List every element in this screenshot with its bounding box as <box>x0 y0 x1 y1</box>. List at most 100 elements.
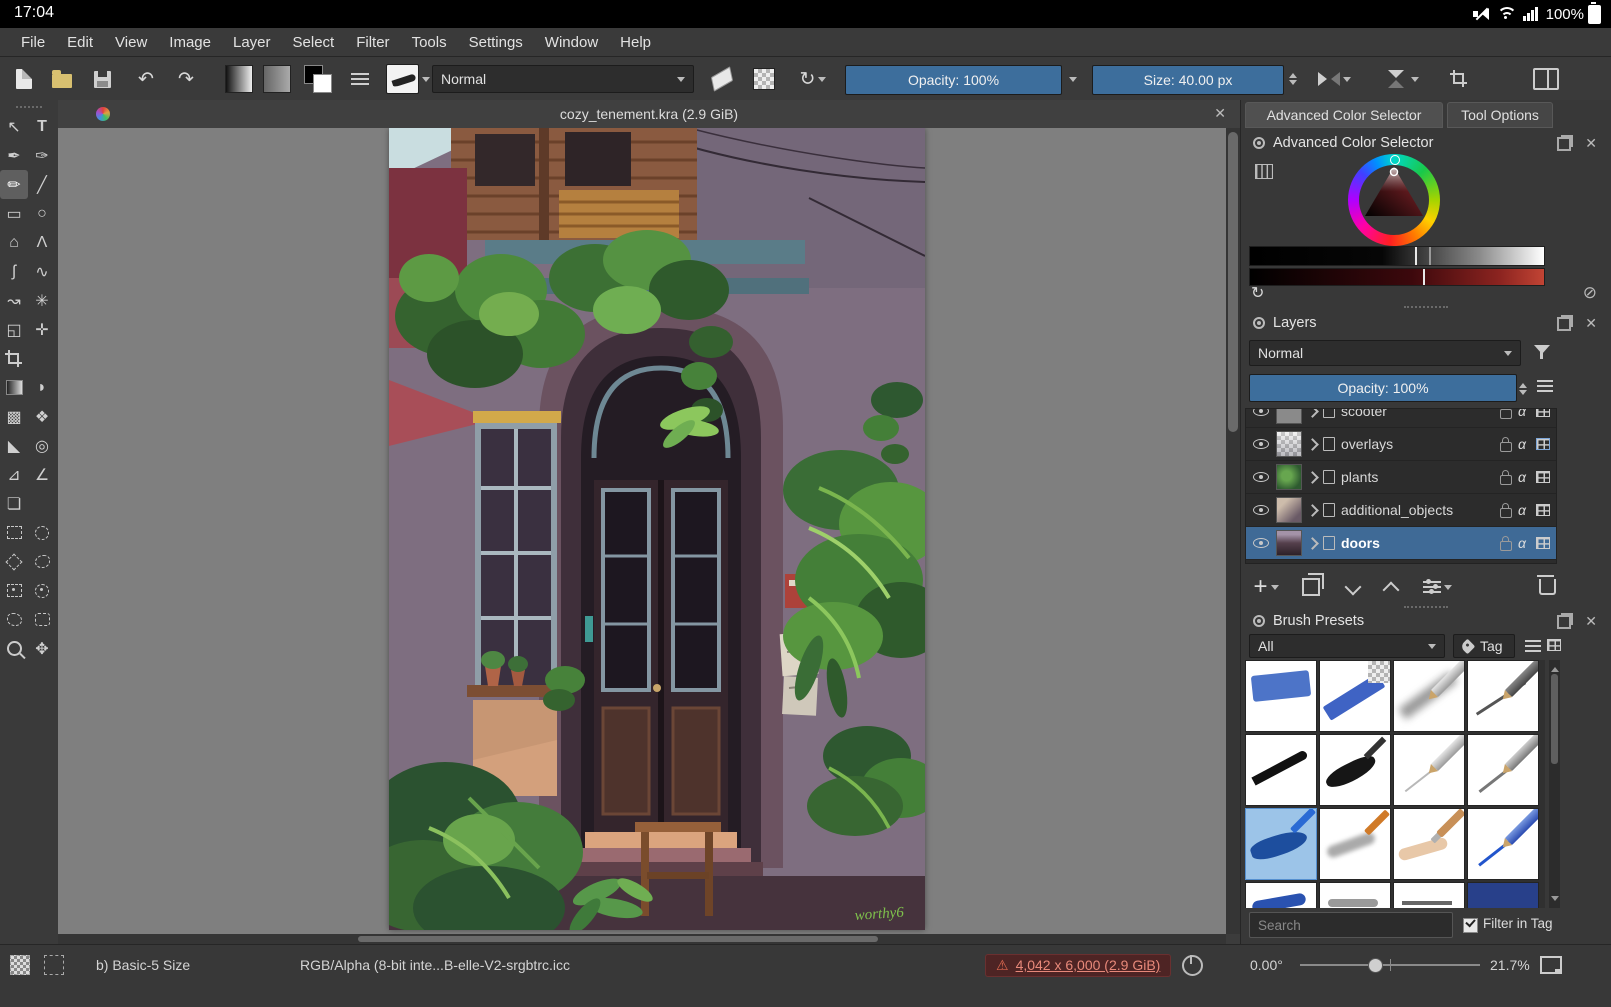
visibility-eye-icon[interactable] <box>1252 470 1270 484</box>
alpha-icon[interactable]: α <box>1518 409 1530 419</box>
mirror-horizontal-button[interactable] <box>1314 65 1354 93</box>
layer-row-scooter[interactable]: scooter α <box>1246 409 1556 428</box>
gradient-tool[interactable] <box>0 373 28 402</box>
zoom-tool[interactable] <box>0 634 28 663</box>
brush-preset-partial-1[interactable] <box>1245 882 1317 908</box>
refresh-colors-icon[interactable]: ↻ <box>1251 286 1264 302</box>
chevron-right-icon[interactable] <box>1306 409 1319 418</box>
layer-row-plants[interactable]: plants α <box>1246 461 1556 494</box>
text-tool[interactable]: T <box>28 112 56 141</box>
no-color-icon[interactable]: ⊘ <box>1583 284 1597 301</box>
brush-preset-partial-4[interactable] <box>1467 882 1539 908</box>
assistants-tool[interactable]: ⊿ <box>0 460 28 489</box>
alpha-icon[interactable]: α <box>1518 535 1530 551</box>
redo-button[interactable]: ↷ <box>172 65 200 93</box>
float-docker-icon[interactable] <box>1557 317 1571 331</box>
pattern-chooser-button[interactable] <box>262 65 292 93</box>
calligraphy-tool[interactable]: ✑ <box>28 141 56 170</box>
move-tool[interactable]: ✛ <box>28 315 56 344</box>
freehand-brush-tool[interactable]: ✏ <box>0 170 28 199</box>
menu-window[interactable]: Window <box>534 34 609 51</box>
visibility-eye-icon[interactable] <box>1252 503 1270 517</box>
zoom-slider[interactable] <box>1300 952 1480 978</box>
trim-canvas-button[interactable] <box>1444 65 1474 93</box>
close-docker-icon[interactable]: ✕ <box>1585 315 1597 332</box>
tab-tool-options[interactable]: Tool Options <box>1447 102 1553 128</box>
smart-patch-tool[interactable]: ❖ <box>28 402 56 431</box>
layer-row-additional-objects[interactable]: additional_objects α <box>1246 494 1556 527</box>
scroll-down-icon[interactable] <box>1551 896 1559 905</box>
preset-search-input[interactable] <box>1249 912 1453 938</box>
layer-properties-button[interactable] <box>1417 572 1457 602</box>
menu-tools[interactable]: Tools <box>401 34 458 51</box>
menu-edit[interactable]: Edit <box>56 34 104 51</box>
measure-tool[interactable]: ∠ <box>28 460 56 489</box>
brush-preset-eraser[interactable] <box>1245 660 1317 732</box>
duplicate-layer-button[interactable] <box>1297 572 1325 602</box>
chevron-right-icon[interactable] <box>1306 470 1319 484</box>
menu-layer[interactable]: Layer <box>222 34 282 51</box>
selection-overlay-toggle[interactable] <box>10 952 30 978</box>
brush-preset-paintbrush[interactable] <box>1393 808 1465 880</box>
ellipse-tool[interactable]: ○ <box>28 199 56 228</box>
color-wheel[interactable] <box>1348 154 1440 246</box>
fg-bg-color-selector[interactable] <box>302 65 334 93</box>
brush-preset-silver-pencil[interactable] <box>1393 734 1465 806</box>
layer-styles-icon[interactable] <box>1536 471 1550 483</box>
alpha-icon[interactable]: α <box>1518 436 1530 452</box>
vscroll-thumb[interactable] <box>1228 132 1238 432</box>
move-layer-up-button[interactable] <box>1377 572 1405 602</box>
size-spinner[interactable] <box>1286 65 1300 93</box>
layer-name[interactable]: overlays <box>1341 436 1494 452</box>
crop-tool[interactable] <box>0 344 28 373</box>
rectangular-select-tool[interactable] <box>0 518 28 547</box>
layer-styles-icon[interactable] <box>1536 504 1550 516</box>
layer-name[interactable]: scooter <box>1341 409 1494 419</box>
float-docker-icon[interactable] <box>1557 137 1571 151</box>
preset-list-view-icon[interactable] <box>1525 640 1541 652</box>
brush-preset-marker[interactable] <box>1319 660 1391 732</box>
brush-preset-chooser-button[interactable] <box>386 64 430 94</box>
layer-styles-icon[interactable] <box>1536 438 1550 450</box>
menu-select[interactable]: Select <box>282 34 346 51</box>
brush-preset-ink-pen[interactable] <box>1467 660 1539 732</box>
brush-preset-partial-3[interactable] <box>1393 882 1465 908</box>
scroll-up-icon[interactable] <box>1551 663 1559 672</box>
layer-options-icon[interactable] <box>1537 380 1553 392</box>
canvas-vertical-scrollbar[interactable] <box>1226 128 1240 934</box>
opacity-options-button[interactable] <box>1064 65 1078 93</box>
docker-lock-icon[interactable] <box>1253 137 1265 149</box>
layer-opacity-spinner[interactable] <box>1519 379 1527 399</box>
magnetic-select-tool[interactable] <box>28 576 56 605</box>
visibility-eye-icon[interactable] <box>1252 409 1270 418</box>
layer-row-overlays[interactable]: overlays α <box>1246 428 1556 461</box>
lock-icon[interactable] <box>1500 436 1512 452</box>
mirror-vertical-button[interactable] <box>1382 65 1422 93</box>
tab-advanced-color-selector[interactable]: Advanced Color Selector <box>1245 102 1443 128</box>
filter-in-tag-checkbox[interactable] <box>1463 918 1478 933</box>
layer-filter-icon[interactable] <box>1533 344 1551 360</box>
menu-help[interactable]: Help <box>609 34 662 51</box>
lock-icon[interactable] <box>1500 535 1512 551</box>
line-tool[interactable]: ╱ <box>28 170 56 199</box>
zoom-slider-handle[interactable] <box>1368 958 1384 973</box>
alpha-icon[interactable]: α <box>1518 502 1530 518</box>
save-button[interactable] <box>88 65 116 93</box>
float-docker-icon[interactable] <box>1557 615 1571 629</box>
add-layer-button[interactable]: + <box>1251 572 1281 602</box>
chevron-right-icon[interactable] <box>1306 437 1319 451</box>
blending-mode-dropdown[interactable]: Normal <box>432 65 694 93</box>
brush-preset-partial-2[interactable] <box>1319 882 1391 908</box>
rectangle-tool[interactable]: ▭ <box>0 199 28 228</box>
layer-blending-mode-dropdown[interactable]: Normal <box>1249 340 1521 366</box>
similar-color-select-tool[interactable] <box>0 576 28 605</box>
shade-selector-settings-icon[interactable] <box>1255 164 1273 179</box>
transform-tool[interactable]: ◱ <box>0 315 28 344</box>
preset-grid-scrollbar[interactable] <box>1549 660 1560 908</box>
preset-grid-view-icon[interactable] <box>1547 639 1561 651</box>
bezier-select-tool[interactable] <box>0 605 28 634</box>
image-size-warning-chip[interactable]: ⚠ 4,042 x 6,000 (2.9 GiB) <box>985 952 1172 978</box>
open-document-button[interactable] <box>48 65 76 93</box>
selection-display-toggle[interactable] <box>44 952 64 978</box>
move-layer-down-button[interactable] <box>1339 572 1367 602</box>
